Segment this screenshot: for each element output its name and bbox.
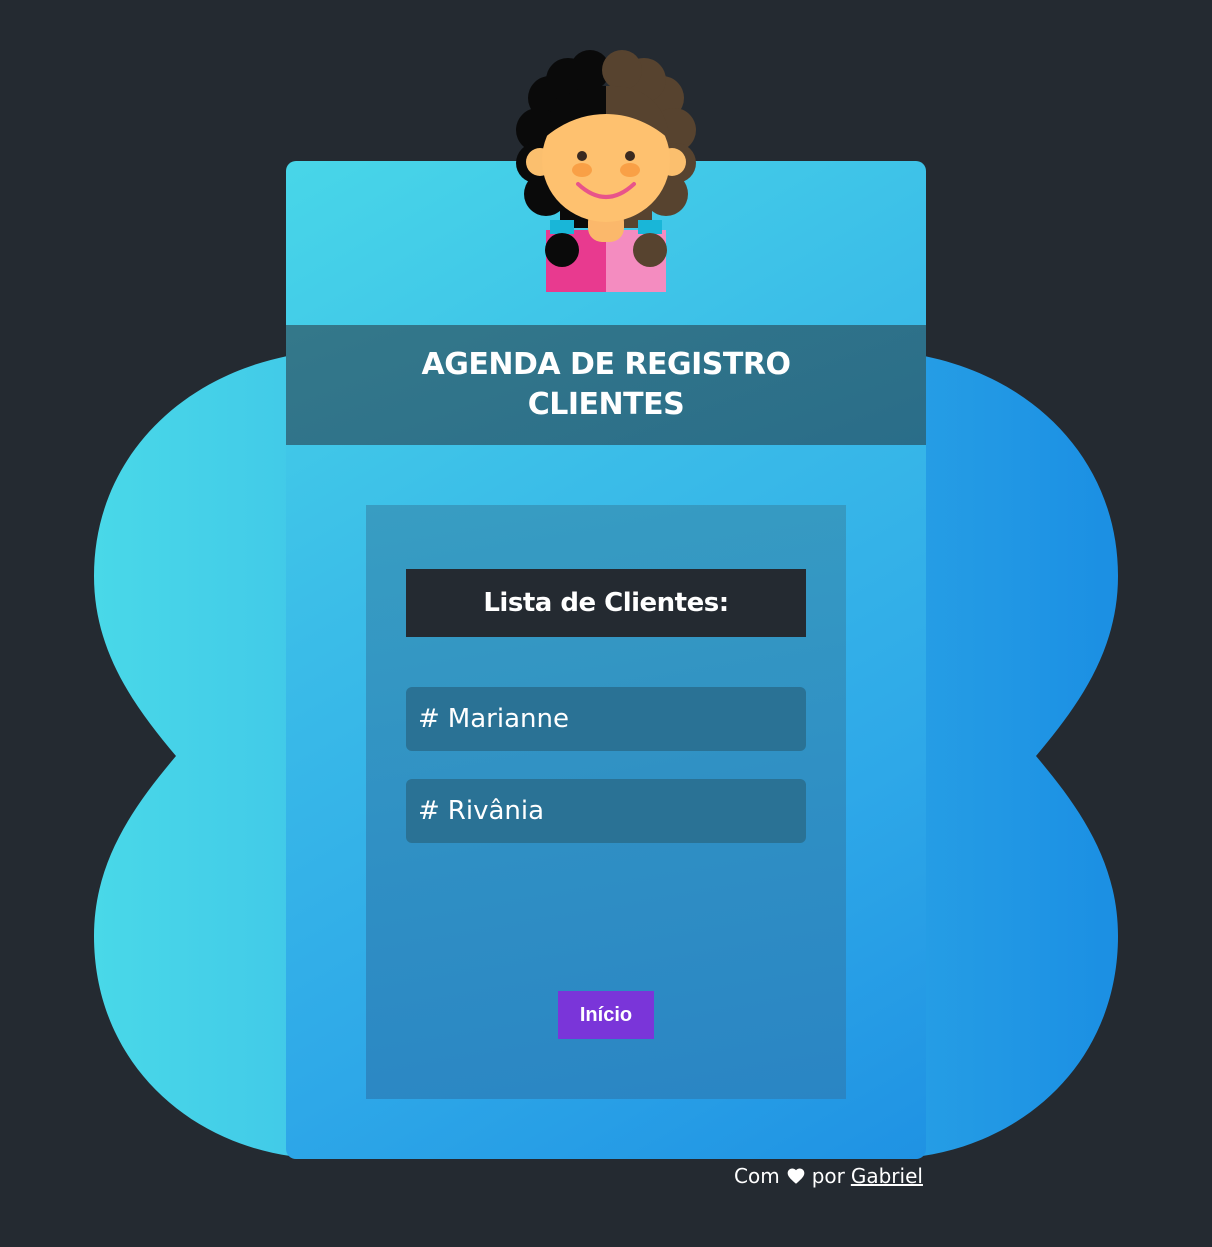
page: AGENDA DE REGISTRO CLIENTES Lista de Cli…: [0, 0, 1212, 1247]
inicio-button[interactable]: Início: [558, 991, 654, 1039]
footer-prefix: Com: [734, 1164, 780, 1188]
client-item-hash: #: [418, 704, 440, 734]
client-list-heading: Lista de Clientes:: [406, 569, 806, 637]
girl-avatar-icon: [516, 50, 696, 292]
header-band: AGENDA DE REGISTRO CLIENTES: [286, 325, 926, 445]
main-card: AGENDA DE REGISTRO CLIENTES Lista de Cli…: [286, 161, 926, 1159]
page-title: AGENDA DE REGISTRO CLIENTES: [421, 347, 791, 422]
footer-middle: por: [811, 1164, 845, 1188]
client-list-item-rivania[interactable]: # Rivânia: [406, 779, 806, 843]
client-list-item-marianne[interactable]: # Marianne: [406, 687, 806, 751]
client-item-name: Marianne: [447, 704, 569, 734]
client-item-name: Rivânia: [447, 796, 545, 826]
author-link[interactable]: Gabriel: [851, 1164, 923, 1188]
footer-credit: Com por Gabriel: [734, 1164, 923, 1188]
heart-icon: [786, 1166, 806, 1186]
client-list-panel: Lista de Clientes: # Marianne # Rivânia …: [366, 505, 846, 1099]
client-item-hash: #: [418, 796, 440, 826]
